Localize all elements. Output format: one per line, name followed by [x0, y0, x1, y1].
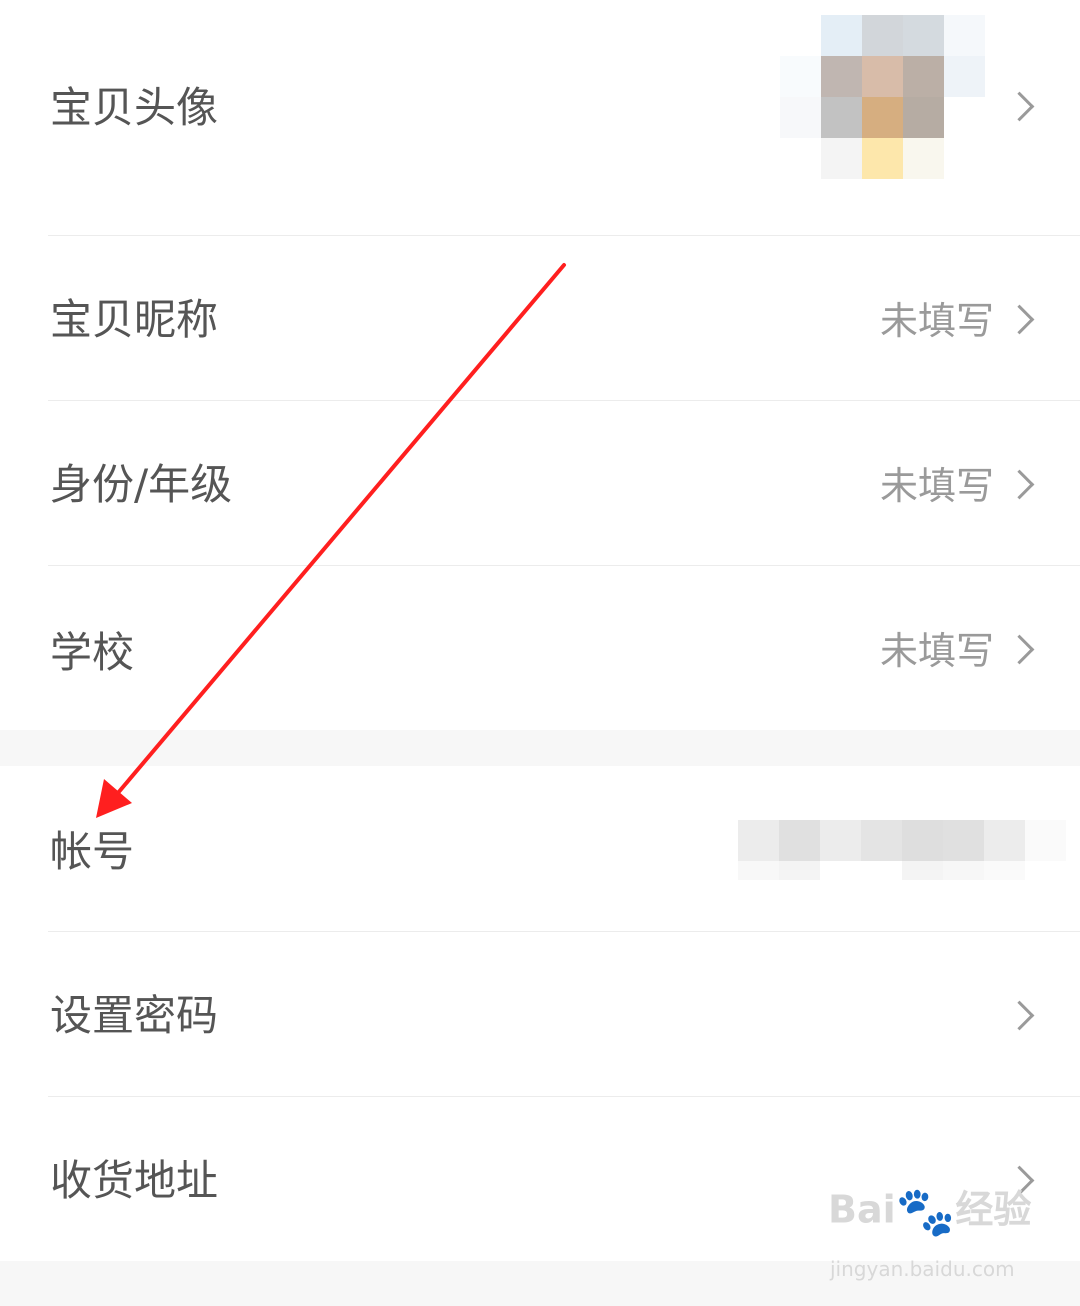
chevron-right-icon — [1004, 634, 1035, 665]
password-row[interactable]: 设置密码 — [0, 932, 1080, 1096]
watermark-brand-suffix: 经验 — [955, 1187, 1032, 1232]
account-label: 帐号 — [50, 827, 135, 876]
chevron-right-icon — [1004, 1000, 1035, 1031]
watermark-logo: Bai🐾经验 — [828, 1188, 1031, 1236]
password-label: 设置密码 — [50, 991, 219, 1040]
school-row[interactable]: 学校 未填写 — [0, 566, 1080, 730]
identity-row[interactable]: 身份/年级 未填写 — [0, 401, 1080, 565]
nickname-label: 宝贝昵称 — [50, 295, 219, 344]
school-value: 未填写 — [879, 629, 994, 673]
chevron-right-icon — [1004, 304, 1035, 335]
watermark-brand: Bai — [828, 1187, 896, 1232]
avatar-label: 宝贝头像 — [50, 83, 219, 132]
baidu-paw-icon: 🐾 — [895, 1184, 956, 1240]
chevron-right-icon — [1004, 91, 1035, 122]
address-label: 收货地址 — [50, 1156, 219, 1205]
identity-value: 未填写 — [879, 464, 994, 508]
account-row: 帐号 — [0, 766, 1080, 931]
section-gap — [0, 730, 1080, 766]
nickname-row[interactable]: 宝贝昵称 未填写 — [0, 236, 1080, 400]
nickname-value: 未填写 — [879, 299, 994, 343]
school-label: 学校 — [50, 628, 135, 677]
identity-label: 身份/年级 — [50, 460, 233, 509]
chevron-right-icon — [1004, 469, 1035, 500]
watermark-url: jingyan.baidu.com — [830, 1257, 1015, 1281]
account-value-redacted — [738, 820, 1066, 880]
avatar-image — [780, 15, 990, 200]
avatar-row[interactable]: 宝贝头像 — [0, 0, 1080, 235]
